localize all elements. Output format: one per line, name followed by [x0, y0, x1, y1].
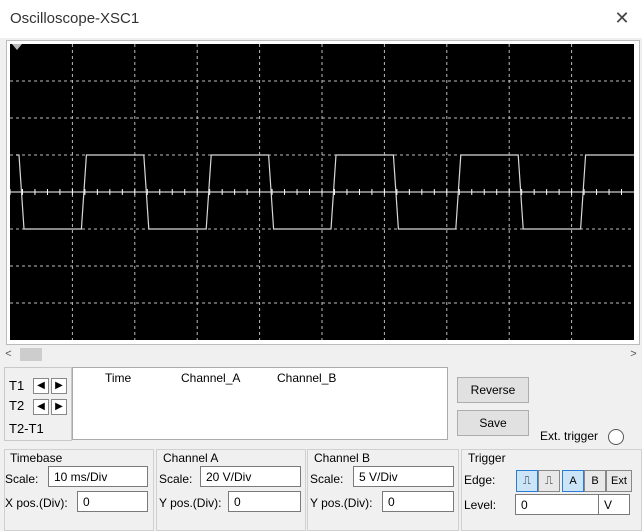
ext-trigger-label: Ext. trigger: [540, 429, 599, 443]
channel-a-scale-label: Scale:: [159, 472, 193, 486]
t1-left-arrow-icon[interactable]: ◀: [33, 378, 49, 394]
reverse-button[interactable]: Reverse: [457, 377, 529, 403]
channel-b-scale-label: Scale:: [310, 472, 344, 486]
scope-screen-frame: [6, 40, 640, 345]
scroll-thumb[interactable]: [20, 348, 42, 361]
timebase-xpos-label: X pos.(Div):: [5, 496, 68, 510]
scope-screen[interactable]: [9, 44, 634, 340]
t2-left-arrow-icon[interactable]: ◀: [33, 399, 49, 415]
readout-header-channel-b: Channel_B: [277, 371, 337, 385]
channel-a-ypos-label: Y pos.(Div):: [159, 496, 222, 510]
save-button[interactable]: Save: [457, 410, 529, 436]
timebase-title: Timebase: [8, 451, 65, 465]
trigger-edge-label: Edge:: [464, 473, 496, 487]
trigger-level-unit[interactable]: V: [598, 494, 630, 515]
t1-right-arrow-icon[interactable]: ▶: [51, 378, 67, 394]
scroll-left-icon[interactable]: <: [0, 346, 17, 363]
ext-trigger-radio[interactable]: [608, 429, 624, 445]
trigger-title: Trigger: [466, 451, 508, 465]
trigger-source-b-button[interactable]: B: [584, 470, 606, 492]
scope-plot: [9, 44, 634, 340]
trigger-source-ext-button[interactable]: Ext: [606, 470, 632, 492]
t2-right-arrow-icon[interactable]: ▶: [51, 399, 67, 415]
cursor-readout-table: Time Channel_A Channel_B: [72, 367, 448, 440]
timebase-scale-field[interactable]: 10 ms/Div: [48, 466, 148, 487]
channel-b-scale-field[interactable]: 5 V/Div: [353, 466, 454, 487]
channel-a-title: Channel A: [161, 451, 221, 465]
timebase-scale-label: Scale:: [5, 472, 39, 486]
cursor-controls: T1 ◀ ▶ T2 ◀ ▶ T2-T1: [4, 367, 72, 441]
channel-a-ypos-field[interactable]: 0: [228, 491, 301, 512]
channel-b-title: Channel B: [312, 451, 373, 465]
trigger-level-label: Level:: [464, 498, 497, 512]
channel-a-scale-field[interactable]: 20 V/Div: [200, 466, 301, 487]
scroll-right-icon[interactable]: >: [625, 346, 642, 363]
horizontal-scrollbar[interactable]: < >: [0, 346, 642, 363]
window-title: Oscilloscope-XSC1: [10, 10, 140, 27]
rising-edge-icon[interactable]: ⎍: [516, 470, 538, 492]
timebase-xpos-field[interactable]: 0: [77, 491, 148, 512]
cursor-t1-marker-icon[interactable]: [12, 44, 22, 50]
trigger-level-field[interactable]: 0: [515, 494, 599, 515]
t2-label: T2: [9, 398, 25, 413]
channel-b-ypos-label: Y pos.(Div):: [310, 496, 373, 510]
title-bar: Oscilloscope-XSC1 ✕: [0, 0, 642, 38]
falling-edge-icon[interactable]: ⎍: [538, 470, 560, 492]
readout-header-time: Time: [105, 371, 132, 385]
trigger-source-a-button[interactable]: A: [562, 470, 584, 492]
t1-label: T1: [9, 378, 25, 393]
t2-t1-label: T2-T1: [9, 421, 44, 436]
readout-header-channel-a: Channel_A: [181, 371, 241, 385]
channel-b-ypos-field[interactable]: 0: [382, 491, 454, 512]
close-icon[interactable]: ✕: [610, 6, 634, 30]
